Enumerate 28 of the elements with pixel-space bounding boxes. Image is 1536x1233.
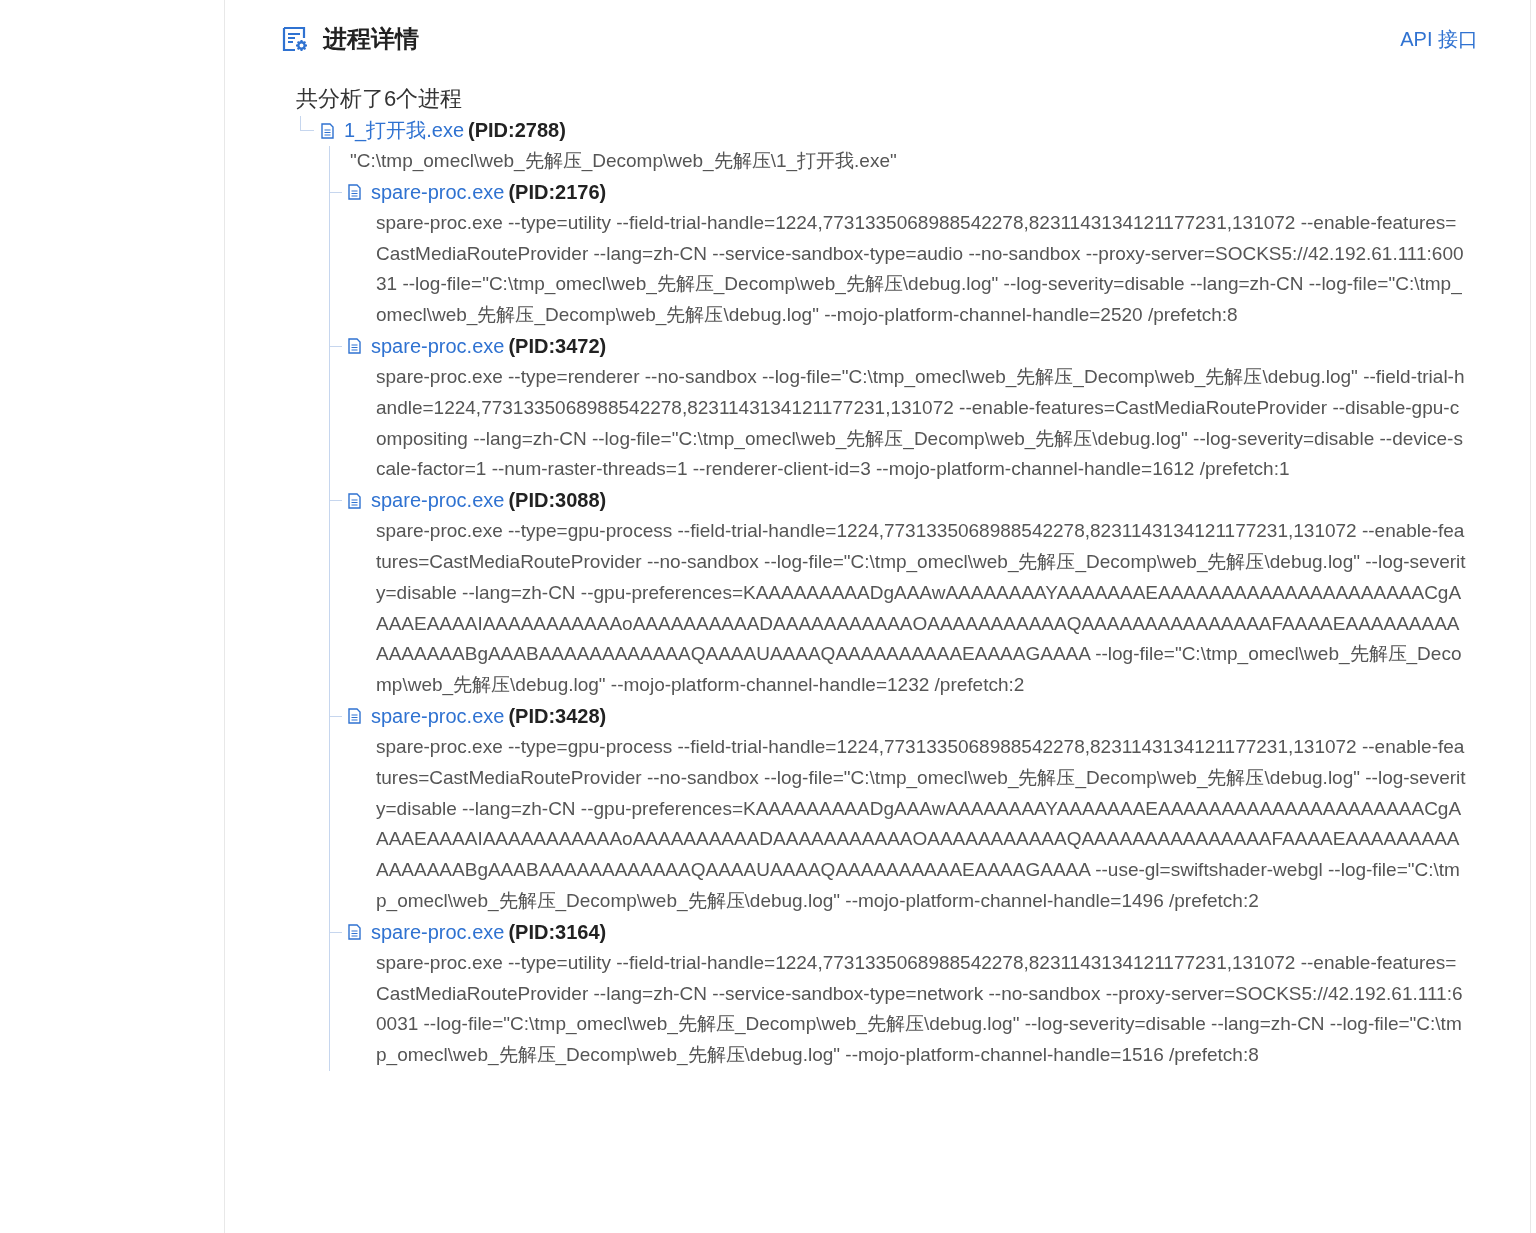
section-title: 进程详情 <box>323 24 419 54</box>
process-id: (PID:2788) <box>468 119 566 142</box>
process-id: (PID:2176) <box>508 180 607 204</box>
process-link[interactable]: spare-proc.exe <box>371 335 505 358</box>
api-link[interactable]: API 接口 <box>1400 25 1478 53</box>
process-count: 共分析了6个进程 <box>296 85 464 113</box>
command-line: spare-proc.exe --type=gpu-process --field-trial-handle=1224,7731335068988542278,8231143134121177231,131072 --enable-features=CastMediaRouteProvider --no-sandbox --log-file="C:\tmp_omecl\web_先解压_Decomp\web_先解压\debug.log" --log-severity=disable --lang=zh-CN --gpu-preferences=KAAAAAAAAADgAAAwAAAAAAAAYAAAAAAAEAAAAAAAAAAAAAAAAAAAAACgAAAAEAAAAIAAAAAAAAAAAoAAAAAAAAAADAAAAAAAAAAAOAAAAAAAAAAAQAAAAAAAAAAAAAAAFAAAAEAAAAAAAAAAAAAAAABgAAABAAAAAAAAAAAAQAAAAUAAAAQAAAAAAAAAAEAAAAGAAAA --log-file="C:\tmp_omecl\web_先解压_Decomp\web_先解压\debug.log" --mojo-platform-channel-handle=1232 /prefetch:2 <box>376 519 1466 698</box>
file-icon <box>321 122 334 139</box>
form-settings-icon <box>282 26 308 52</box>
process-link[interactable]: spare-proc.exe <box>371 704 505 728</box>
file-icon <box>348 708 361 725</box>
file-icon <box>348 492 361 509</box>
process-link[interactable]: spare-proc.exe <box>371 920 505 944</box>
command-line: spare-proc.exe --type=utility --field-trial-handle=1224,7731335068988542278,8231143134121177231,131072 --enable-features=CastMediaRouteProvider --lang=zh-CN --service-sandbox-type=network --no-sandbox --proxy-server=SOCKS5://42.192.61.111:60031 --log-file="C:\tmp_omecl\web_先解压_Decomp\web_先解压\debug.log" --log-severity=disable --lang=zh-CN --log-file="C:\tmp_omecl\web_先解压_Decomp\web_先解压\debug.log" --mojo-platform-channel-handle=1516 /prefetch:8 <box>376 950 1464 1068</box>
process-id: (PID:3472) <box>508 335 607 358</box>
process-link[interactable]: spare-proc.exe <box>371 180 505 204</box>
command-line: spare-proc.exe --type=renderer --no-sandbox --log-file="C:\tmp_omecl\web_先解压_Decomp\web_先解压\debug.log" --field-trial-handle=1224,7731335068988542278,8231143134121177231,131072 --enable-features=CastMediaRouteProvider --disable-gpu-compositing --lang=zh-CN --log-file="C:\tmp_omecl\web_先解压_Decomp\web_先解压\debug.log" --log-severity=disable --device-scale-factor=1 --num-raster-threads=1 --renderer-client-id=3 --mojo-platform-channel-handle=1612 /prefetch:1 <box>376 365 1466 482</box>
process-id: (PID:3428) <box>508 704 607 728</box>
file-icon <box>348 338 361 355</box>
command-line: spare-proc.exe --type=gpu-process --field-trial-handle=1224,7731335068988542278,8231143134121177231,131072 --enable-features=CastMediaRouteProvider --no-sandbox --log-file="C:\tmp_omecl\web_先解压_Decomp\web_先解压\debug.log" --log-severity=disable --lang=zh-CN --gpu-preferences=KAAAAAAAAADgAAAwAAAAAAAAYAAAAAAAEAAAAAAAAAAAAAAAAAAAAACgAAAAEAAAAIAAAAAAAAAAAoAAAAAAAAAADAAAAAAAAAAAOAAAAAAAAAAAQAAAAAAAAAAAAAAAFAAAAEAAAAAAAAAAAAAAAABgAAABAAAAAAAAAAAAQAAAAUAAAAQAAAAAAAAAAEAAAAGAAAA --use-gl=swiftshader-webgl --log-file="C:\tmp_omecl\web_先解压_Decomp\web_先解压\debug.log" --mojo-platform-channel-handle=1496 /prefetch:2 <box>376 734 1466 914</box>
process-link[interactable]: 1_打开我.exe <box>344 117 465 144</box>
process-id: (PID:3164) <box>508 920 607 944</box>
command-line: "C:\tmp_omecl\web_先解压_Decomp\web_先解压\1_打开我.exe" <box>349 149 898 174</box>
process-id: (PID:3088) <box>508 489 607 513</box>
command-line: spare-proc.exe --type=utility --field-trial-handle=1224,7731335068988542278,8231143134121177231,131072 --enable-features=CastMediaRouteProvider --lang=zh-CN --service-sandbox-type=audio --no-sandbox --proxy-server=SOCKS5://42.192.61.111:60031 --log-file="C:\tmp_omecl\web_先解压_Decomp\web_先解压\debug.log" --log-severity=disable --lang=zh-CN --log-file="C:\tmp_omecl\web_先解压_Decomp\web_先解压\debug.log" --mojo-platform-channel-handle=2520 /prefetch:8 <box>376 210 1465 328</box>
file-icon <box>348 184 361 201</box>
file-icon <box>348 924 361 941</box>
process-link[interactable]: spare-proc.exe <box>371 489 505 513</box>
